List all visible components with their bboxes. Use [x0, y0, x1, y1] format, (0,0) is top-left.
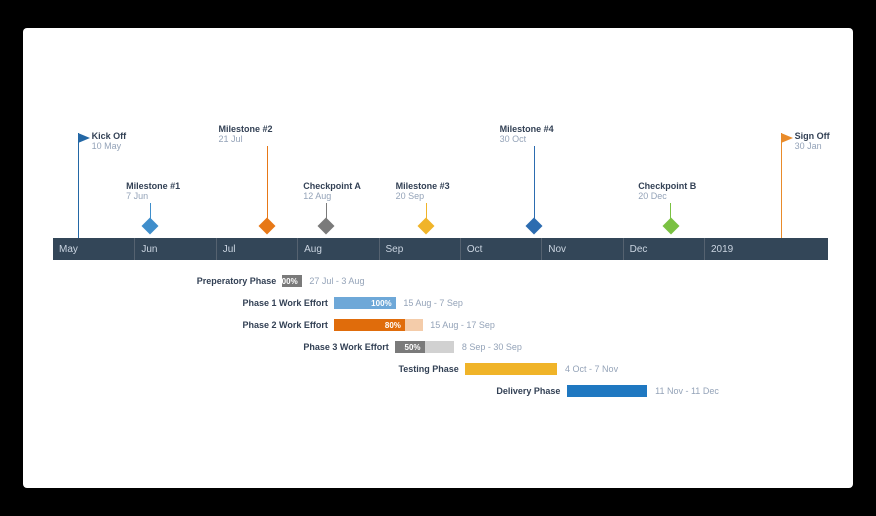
milestone-date: 7 Jun — [126, 191, 180, 201]
milestone-name: Milestone #3 — [396, 181, 450, 191]
milestone-label: Milestone #17 Jun — [126, 181, 180, 202]
task-percent-label: 100% — [367, 297, 395, 309]
flag-date: 30 Jan — [795, 141, 830, 151]
task-row: Testing Phase 4 Oct - 7 Nov — [53, 361, 823, 383]
task-row: Preperatory Phase 100% 27 Jul - 3 Aug — [53, 273, 823, 295]
task-dates: 11 Nov - 11 Dec — [655, 386, 719, 396]
axis-tick: Sep — [379, 238, 404, 260]
task-dates: 8 Sep - 30 Sep — [462, 342, 522, 352]
task-bar — [465, 363, 557, 375]
flag-icon — [781, 133, 793, 143]
milestone-label: Milestone #430 Oct — [500, 124, 554, 145]
milestone-label: Milestone #221 Jul — [219, 124, 273, 145]
axis-tick: Nov — [541, 238, 566, 260]
task-row: Phase 3 Work Effort 50% 8 Sep - 30 Sep — [53, 339, 823, 361]
task-name: Phase 2 Work Effort — [243, 320, 328, 330]
axis-tick: 2019 — [704, 238, 733, 260]
task-bar — [567, 385, 648, 397]
milestone-label: Checkpoint B20 Dec — [638, 181, 696, 202]
milestone-date: 20 Dec — [638, 191, 696, 201]
milestone-name: Checkpoint B — [638, 181, 696, 191]
milestone-name: Milestone #1 — [126, 181, 180, 191]
milestone-diamond-icon — [526, 218, 543, 235]
milestone-date: 20 Sep — [396, 191, 450, 201]
task-dates: 15 Aug - 17 Sep — [430, 320, 495, 330]
milestone-diamond-icon — [418, 218, 435, 235]
milestone-diamond-icon — [142, 218, 159, 235]
timeline-axis: May Jun Jul Aug Sep Oct Nov Dec 2019 — [53, 238, 828, 260]
axis-tick: Aug — [297, 238, 322, 260]
flag-date: 10 May — [92, 141, 127, 151]
axis-tick: Dec — [623, 238, 648, 260]
task-bar: 50% — [395, 341, 454, 353]
task-name: Testing Phase — [398, 364, 458, 374]
milestone-diamond-icon — [662, 218, 679, 235]
task-name: Phase 1 Work Effort — [243, 298, 328, 308]
task-percent-label: 100% — [273, 275, 301, 287]
task-name: Preperatory Phase — [197, 276, 277, 286]
task-name: Delivery Phase — [496, 386, 560, 396]
task-percent-label: 80% — [381, 319, 405, 331]
flag-name: Kick Off — [92, 131, 127, 141]
milestone-name: Checkpoint A — [303, 181, 361, 191]
task-bar: 100% — [334, 297, 396, 309]
milestone-label: Checkpoint A12 Aug — [303, 181, 361, 202]
flag-name: Sign Off — [795, 131, 830, 141]
task-row: Phase 1 Work Effort 100% 15 Aug - 7 Sep — [53, 295, 823, 317]
milestone-date: 30 Oct — [500, 134, 554, 144]
milestone-date: 12 Aug — [303, 191, 361, 201]
milestone-date: 21 Jul — [219, 134, 273, 144]
milestone-label: Milestone #320 Sep — [396, 181, 450, 202]
task-bar: 80% — [334, 319, 423, 331]
axis-tick: Jul — [216, 238, 236, 260]
task-row: Delivery Phase 11 Nov - 11 Dec — [53, 383, 823, 405]
axis-tick: May — [53, 238, 78, 260]
milestone-diamond-icon — [259, 218, 276, 235]
task-dates: 27 Jul - 3 Aug — [309, 276, 364, 286]
task-row: Phase 2 Work Effort 80% 15 Aug - 17 Sep — [53, 317, 823, 339]
task-name: Phase 3 Work Effort — [303, 342, 388, 352]
milestone-name: Milestone #2 — [219, 124, 273, 134]
task-dates: 4 Oct - 7 Nov — [565, 364, 618, 374]
task-percent-label: 50% — [401, 341, 425, 353]
milestone-name: Milestone #4 — [500, 124, 554, 134]
axis-tick: Jun — [134, 238, 157, 260]
milestone-diamond-icon — [318, 218, 335, 235]
task-list: Preperatory Phase 100% 27 Jul - 3 Aug Phase… — [53, 273, 823, 405]
task-bar: 100% — [282, 275, 301, 287]
task-bar-fill — [465, 363, 557, 375]
task-dates: 15 Aug - 7 Sep — [403, 298, 463, 308]
axis-tick: Oct — [460, 238, 483, 260]
flag-icon — [78, 133, 90, 143]
timeline-canvas: May Jun Jul Aug Sep Oct Nov Dec 2019 Preperatory… — [23, 28, 853, 488]
task-bar-fill — [567, 385, 648, 397]
timeline-area: May Jun Jul Aug Sep Oct Nov Dec 2019 Preperatory… — [53, 28, 823, 488]
